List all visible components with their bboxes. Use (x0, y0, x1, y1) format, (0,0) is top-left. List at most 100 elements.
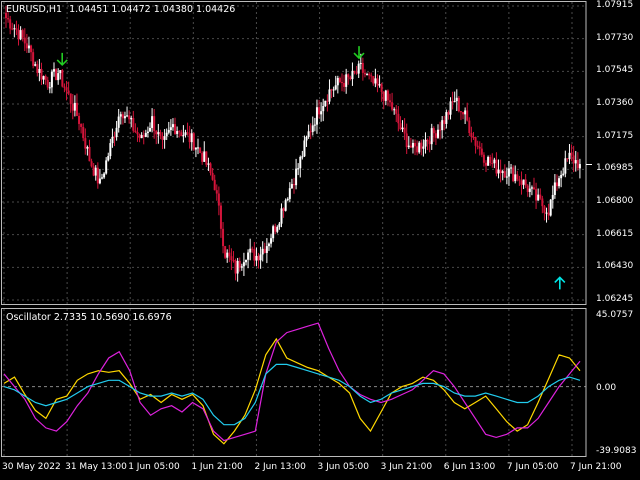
candle-body (184, 132, 187, 136)
candle-body (501, 171, 504, 174)
candle-body (182, 135, 185, 137)
candle-body (293, 184, 295, 186)
candle-body (474, 137, 477, 146)
candle-body (165, 132, 168, 137)
down-arrow-icon (353, 46, 365, 60)
oscillator-zero-label: 0.00 (596, 383, 617, 393)
candle-body (247, 252, 250, 260)
candle-body (424, 139, 427, 147)
candle-body (199, 147, 202, 154)
candle-body (55, 69, 58, 81)
candle-body (21, 30, 24, 38)
candle-body (514, 174, 517, 182)
candle-body (171, 124, 174, 128)
candle-body (391, 102, 394, 110)
candle-body (420, 142, 423, 149)
candle-body (403, 127, 406, 134)
candle-body (153, 116, 156, 131)
chart-canvas[interactable] (0, 0, 640, 480)
candle-body (234, 260, 237, 274)
time-tick-label: 3 Jun 21:00 (380, 462, 433, 472)
candle-body (307, 131, 310, 137)
candle-body (541, 198, 544, 207)
candle-body (524, 179, 527, 186)
candle-body (343, 82, 346, 87)
candle-body (566, 158, 569, 160)
candle-body (261, 248, 264, 255)
candle-body (132, 117, 135, 131)
candle-body (453, 101, 456, 103)
candle-body (526, 185, 529, 192)
oscillator-max-label: 45.0757 (596, 310, 634, 320)
candle-body (230, 256, 233, 261)
candle-body (34, 64, 37, 66)
candle-body (278, 223, 281, 227)
candle-body (67, 90, 70, 94)
candle-body (311, 125, 314, 132)
candle-body (36, 64, 39, 73)
time-tick-label: 3 Jun 05:00 (317, 462, 369, 472)
candle-body (459, 111, 462, 113)
candle-body (422, 146, 425, 149)
candle-body (299, 156, 302, 169)
candle-body (80, 123, 83, 127)
candle-body (372, 76, 375, 84)
candle-body (443, 120, 446, 124)
candle-body (389, 100, 391, 103)
price-tick-label: 1.07915 (596, 0, 634, 10)
candle-body (213, 179, 216, 191)
candle-body (457, 97, 460, 112)
candle-body (495, 159, 498, 174)
candle-body (109, 143, 112, 157)
candle-body (192, 133, 195, 150)
candle-body (215, 190, 218, 194)
pane-frames (1, 1, 587, 457)
price-tick-label: 1.06800 (596, 196, 634, 206)
price-tick-label: 1.07175 (596, 130, 634, 141)
candle-body (485, 162, 487, 166)
price-tick-label: 1.07360 (596, 98, 634, 108)
candle-body (370, 75, 373, 77)
candle-body (470, 133, 473, 137)
candle-body (545, 212, 548, 214)
candle-body (163, 136, 166, 140)
oscillator-series-0 (3, 337, 581, 445)
oscillator-min-label: -39.9083 (596, 446, 637, 456)
candle-body (217, 193, 220, 206)
candle-body (353, 70, 356, 73)
candle-body (27, 45, 30, 49)
candle-body (558, 178, 561, 187)
candle-body (395, 109, 398, 114)
candle-body (219, 205, 222, 229)
candle-body (32, 52, 35, 66)
candle-body (203, 151, 206, 162)
oscillator-series-1 (3, 322, 581, 442)
candle-body (130, 117, 133, 120)
candle-body (284, 200, 287, 211)
candle-body (363, 72, 366, 75)
candle-body (374, 78, 377, 84)
candle-body (209, 163, 212, 173)
candle-body (111, 136, 114, 144)
candle-body (290, 184, 293, 189)
candle-body (512, 167, 515, 182)
time-tick-label: 31 May 13:00 (65, 462, 127, 472)
candle-body (489, 156, 492, 164)
candle-body (57, 73, 60, 81)
oscillator-label: Oscillator 2.7335 10.5690 16.6976 (6, 312, 172, 323)
candle-body (447, 112, 450, 115)
ohlc-values: 1.04451 1.04472 1.04380 1.04426 (69, 4, 236, 15)
time-tick-label: 1 Jun 21:00 (191, 462, 243, 472)
candle-body (30, 45, 33, 53)
price-tick-label: 1.07545 (596, 65, 634, 76)
candle-body (482, 154, 485, 163)
candle-body (249, 248, 252, 253)
candle-body (464, 110, 467, 115)
candle-body (146, 131, 149, 134)
candle-body (432, 128, 435, 134)
candle-body (119, 114, 122, 117)
candle-body (107, 156, 110, 161)
candle-body (384, 90, 387, 101)
candle-body (407, 145, 410, 148)
candle-body (222, 228, 225, 247)
